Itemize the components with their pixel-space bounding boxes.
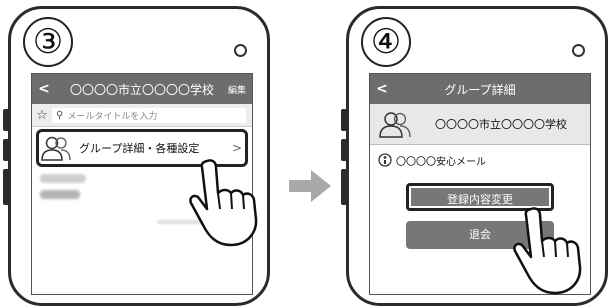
step-number: ③ [23,17,73,67]
back-icon[interactable]: < [370,81,394,97]
camera-icon [234,44,247,57]
search-input[interactable]: ⚲ メールタイトルを入力 [52,107,246,123]
blurred-text [40,174,86,183]
app-header: < グループ詳細 [370,74,590,104]
group-name: 〇〇〇〇市立〇〇〇〇学校 [435,118,567,131]
app-header: < 〇〇〇〇市立〇〇〇〇学校 編集 [32,74,252,104]
side-button [341,109,347,131]
group-icon [379,112,411,138]
group-settings-label: グループ詳細・各種設定 [79,142,200,155]
search-icon: ⚲ [56,109,64,121]
notice-row: 〇〇〇〇安心メール [370,145,590,175]
notice-name: 〇〇〇〇安心メール [396,156,486,168]
side-button [3,109,9,131]
side-button [341,139,347,161]
group-icon [41,136,71,161]
back-icon[interactable]: < [32,81,56,97]
pointing-hand-icon [513,207,582,295]
group-row: 〇〇〇〇市立〇〇〇〇学校 [370,104,590,145]
search-placeholder: メールタイトルを入力 [67,111,158,122]
page-title: 〇〇〇〇市立〇〇〇〇学校 [69,82,214,97]
search-row: ☆ ⚲ メールタイトルを入力 [32,104,252,127]
star-icon[interactable]: ☆ [32,108,52,123]
blurred-text [40,190,80,199]
step-number: ④ [361,17,411,67]
side-button [341,169,347,205]
phone-right: ④ < グループ詳細 〇〇〇〇市立〇〇〇〇学校 〇〇〇〇安心メール 登録内容変更… [341,6,608,306]
safety-badge-icon [378,153,392,167]
edit-button[interactable]: 編集 [228,83,252,96]
pointing-hand-icon [189,159,258,247]
side-button [3,139,9,161]
camera-icon [572,44,585,57]
arrow-right-icon [289,170,331,202]
side-button [3,169,9,205]
page-title: グループ詳細 [444,82,516,97]
chevron-right-icon: > [231,141,243,155]
phone-left: ③ < 〇〇〇〇市立〇〇〇〇学校 編集 ☆ ⚲ メールタイトルを入力 グループ詳… [3,6,270,306]
